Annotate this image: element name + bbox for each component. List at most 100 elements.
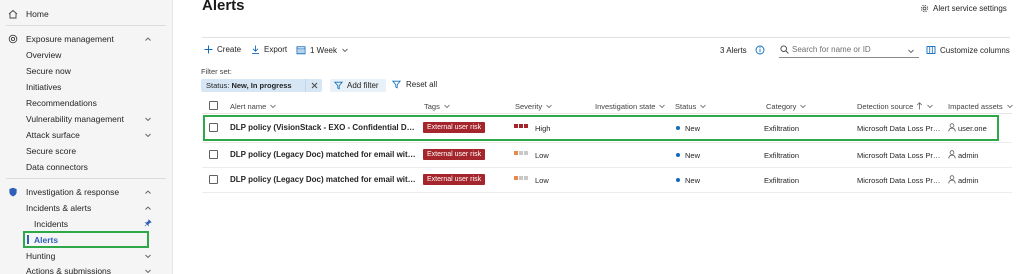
- sidebar-item-attack-surface[interactable]: Attack surface: [0, 127, 173, 143]
- create-button[interactable]: Create: [204, 45, 241, 54]
- sort-ascending-icon: [917, 102, 923, 110]
- column-header-label: Detection source: [857, 101, 914, 111]
- filter-set-label: Filter set:: [201, 67, 232, 76]
- sidebar-item-label: Hunting: [26, 251, 56, 261]
- sidebar-item-label: Actions & submissions: [26, 266, 112, 274]
- divider: [202, 37, 1010, 38]
- column-header-label: Impacted assets: [948, 101, 1003, 111]
- severity-label: Low: [535, 176, 549, 185]
- impacted-asset-link[interactable]: admin: [958, 176, 978, 185]
- chevron-down-icon[interactable]: [144, 131, 152, 139]
- sidebar-item-data-connectors[interactable]: Data connectors: [0, 159, 173, 175]
- sidebar-item-secure-score[interactable]: Secure score: [0, 143, 173, 159]
- divider: [6, 178, 166, 179]
- search-icon: [780, 45, 789, 54]
- status-label: New: [685, 151, 701, 160]
- column-header-investigation-state[interactable]: Investigation state: [595, 100, 666, 112]
- sidebar-item-home[interactable]: Home: [0, 6, 173, 22]
- row-checkbox[interactable]: [209, 175, 218, 184]
- add-filter-button[interactable]: Add filter: [330, 79, 386, 92]
- exposure-icon: [8, 34, 18, 44]
- user-icon: [948, 150, 956, 159]
- customize-columns-button[interactable]: Customize columns: [926, 45, 1010, 55]
- chevron-down-icon[interactable]: [144, 252, 152, 260]
- detection-source-label: Microsoft Data Loss Preve...: [857, 176, 941, 185]
- chevron-down-icon[interactable]: [144, 267, 152, 274]
- customize-columns-label: Customize columns: [940, 45, 1010, 55]
- sidebar-item-label: Initiatives: [26, 82, 62, 92]
- time-range-dropdown[interactable]: 1 Week: [296, 45, 349, 55]
- sidebar-item-label: Exposure management: [26, 34, 114, 44]
- add-filter-label: Add filter: [347, 81, 379, 90]
- remove-filter-button[interactable]: [305, 79, 322, 92]
- reset-all-button[interactable]: Reset all: [392, 80, 437, 89]
- chevron-down-icon[interactable]: [144, 115, 152, 123]
- column-header-label: Tags: [424, 101, 440, 111]
- select-all-checkbox[interactable]: [209, 101, 218, 110]
- sidebar-item-initiatives[interactable]: Initiatives: [0, 79, 173, 95]
- search-input[interactable]: Search for name or ID: [779, 42, 919, 58]
- table-row[interactable]: DLP policy (Legacy Doc) matched for emai…: [202, 143, 1012, 167]
- sidebar-item-label: Vulnerability management: [26, 114, 124, 124]
- export-label: Export: [264, 45, 288, 54]
- close-icon: [311, 82, 317, 89]
- download-icon: [252, 45, 259, 54]
- sidebar-item-hunting[interactable]: Hunting: [0, 248, 173, 264]
- detection-source-label: Microsoft Data Loss Preve...: [857, 151, 941, 160]
- status-filter-prefix: Status:: [206, 81, 232, 90]
- header-divider: [202, 113, 1012, 114]
- main-content: Alerts Alert service settings Create Exp…: [174, 0, 1024, 274]
- sidebar-item-overview[interactable]: Overview: [0, 47, 173, 63]
- column-header-impacted-assets[interactable]: Impacted assets: [948, 100, 1014, 112]
- status-filter-chip[interactable]: Status: New, In progress: [201, 79, 322, 92]
- sidebar-item-incidents-alerts[interactable]: Incidents & alerts: [0, 200, 173, 216]
- reset-all-label: Reset all: [406, 80, 438, 89]
- column-header-alert-name[interactable]: Alert name: [230, 100, 277, 112]
- sidebar-item-recommendations[interactable]: Recommendations: [0, 95, 173, 111]
- column-header-status[interactable]: Status: [675, 100, 707, 112]
- table-row[interactable]: DLP policy (Legacy Doc) matched for emai…: [202, 168, 1012, 192]
- info-icon[interactable]: [755, 45, 765, 55]
- sidebar-item-exposure-management[interactable]: Exposure management: [0, 31, 173, 47]
- chevron-down-icon: [800, 104, 807, 109]
- chevron-up-icon[interactable]: [144, 35, 152, 43]
- time-range-label: 1 Week: [310, 45, 337, 55]
- sidebar-item-vulnerability-management[interactable]: Vulnerability management: [0, 111, 173, 127]
- sidebar-item-label: Incidents & alerts: [26, 203, 92, 213]
- status-dot-icon: [676, 178, 680, 182]
- status-label: New: [685, 176, 701, 185]
- chevron-down-icon: [270, 104, 277, 109]
- column-header-label: Severity: [515, 101, 543, 111]
- export-button[interactable]: Export: [251, 45, 287, 54]
- alert-name-link[interactable]: DLP policy (Legacy Doc) matched for emai…: [230, 150, 418, 159]
- row-checkbox[interactable]: [209, 150, 218, 159]
- sidebar-item-label: Attack surface: [26, 130, 80, 140]
- sidebar-item-label: Recommendations: [26, 98, 97, 108]
- status-dot-icon: [676, 153, 680, 157]
- tag-badge: External user risk: [423, 149, 486, 160]
- gear-icon: [920, 4, 929, 13]
- column-header-severity[interactable]: Severity: [515, 100, 553, 112]
- chevron-down-icon[interactable]: [907, 47, 915, 55]
- alert-name-link[interactable]: DLP policy (Legacy Doc) matched for emai…: [230, 175, 418, 184]
- sidebar-item-label: Data connectors: [26, 162, 88, 172]
- impacted-asset-link[interactable]: admin: [958, 151, 978, 160]
- pin-icon[interactable]: [144, 219, 152, 227]
- chevron-up-icon[interactable]: [144, 204, 152, 212]
- sidebar-item-label: Investigation & response: [26, 187, 120, 197]
- alert-service-settings-button[interactable]: Alert service settings: [920, 4, 1007, 13]
- plus-icon: [204, 45, 213, 54]
- shield-icon: [8, 187, 18, 197]
- chevron-up-icon[interactable]: [144, 188, 152, 196]
- sidebar-item-label: Overview: [26, 50, 62, 60]
- status-filter-value: New, In progress: [231, 81, 292, 90]
- severity-low-icon: [514, 151, 528, 155]
- column-header-category[interactable]: Category: [766, 100, 807, 112]
- sidebar-item-secure-now[interactable]: Secure now: [0, 63, 173, 79]
- category-label: Exfiltration: [764, 151, 800, 160]
- sidebar-item-investigation-response[interactable]: Investigation & response: [0, 184, 173, 200]
- sidebar-item-label: Secure score: [26, 146, 77, 156]
- column-header-detection-source[interactable]: Detection source: [857, 100, 934, 112]
- sidebar-item-actions-submissions[interactable]: Actions & submissions: [0, 263, 173, 274]
- column-header-tags[interactable]: Tags: [424, 100, 451, 112]
